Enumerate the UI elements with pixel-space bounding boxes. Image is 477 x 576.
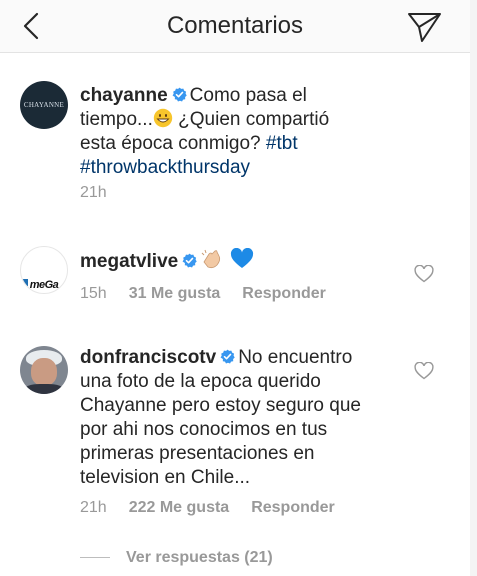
username-donfranciscotv[interactable]: donfranciscotv [80, 347, 216, 368]
comment-megatvlive: megatvlive [80, 248, 380, 274]
verified-badge-icon [172, 87, 187, 102]
header-bar: Comentarios [0, 0, 470, 53]
username-chayanne[interactable]: chayanne [80, 85, 168, 106]
paper-plane-icon[interactable] [404, 8, 444, 44]
caption-meta: 21h [80, 184, 129, 202]
verified-badge-icon [182, 253, 197, 268]
comment-meta-megatvlive: 15h 31 Me gusta Responder [80, 285, 348, 303]
avatar-donfranciscotv[interactable] [20, 346, 68, 394]
comment-timestamp: 15h [80, 285, 107, 302]
reply-button[interactable]: Responder [251, 499, 335, 516]
right-edge-strip [470, 0, 477, 576]
username-megatvlive[interactable]: megatvlive [80, 251, 178, 272]
blue-heart-emoji-icon [230, 248, 253, 268]
comment-donfranciscotv: donfranciscotv No encuentro una foto de … [80, 346, 380, 490]
likes-count[interactable]: 31 Me gusta [129, 285, 221, 302]
clapping-hands-emoji-icon [201, 249, 221, 269]
hashtag-tbt[interactable]: #tbt [266, 133, 298, 154]
avatar-chayanne[interactable]: CHAYANNE [20, 81, 68, 129]
hashtag-throwbackthursday[interactable]: #throwbackthursday [80, 157, 250, 178]
verified-badge-icon [220, 349, 235, 364]
grinning-face-emoji-icon [153, 108, 173, 128]
comment-timestamp: 21h [80, 499, 107, 516]
caption-text: chayanne Como pasa el tiempo... ¿Quien c… [80, 84, 360, 180]
comment-meta-donfranciscotv: 21h 222 Me gusta Responder [80, 499, 357, 517]
caption-timestamp: 21h [80, 184, 107, 201]
avatar-logo-text: CHAYANNE [23, 101, 65, 109]
avatar-megatvlive[interactable]: meGa [20, 246, 68, 294]
heart-outline-icon[interactable] [414, 362, 434, 380]
comment-text: No encuentro una foto de la epoca querid… [80, 347, 361, 488]
view-replies-label: Ver respuestas (21) [126, 549, 273, 566]
view-replies-button[interactable]: Ver respuestas (21) [80, 549, 273, 567]
divider-line [80, 557, 110, 559]
reply-button[interactable]: Responder [242, 285, 326, 302]
likes-count[interactable]: 222 Me gusta [129, 499, 229, 516]
heart-outline-icon[interactable] [414, 265, 434, 283]
page-title: Comentarios [166, 12, 304, 39]
